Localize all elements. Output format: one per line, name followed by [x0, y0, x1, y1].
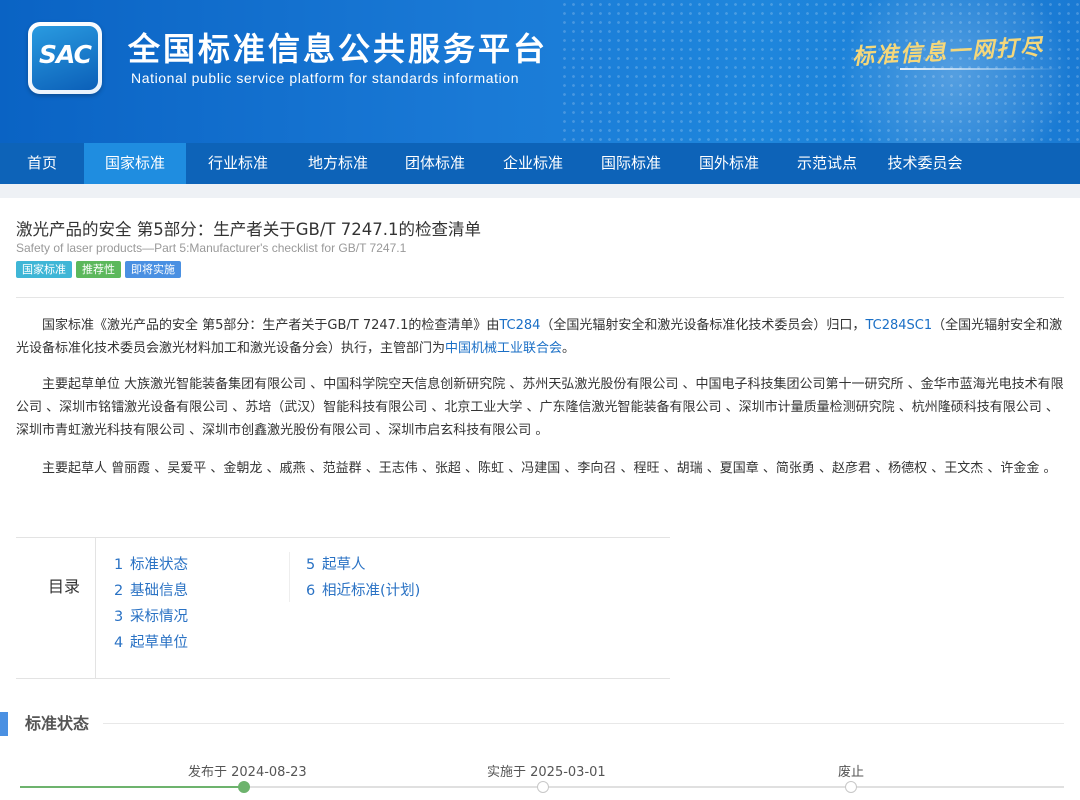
toc-heading: 目录	[48, 577, 81, 596]
intro-text-4: 。	[562, 341, 576, 356]
banner-globe-graphic	[840, 0, 1070, 143]
nav-item-industry-standards[interactable]: 行业标准	[186, 143, 290, 184]
timeline-dot-published	[238, 781, 250, 793]
nav-separator	[0, 184, 1080, 198]
standard-intro: 国家标准《激光产品的安全 第5部分：生产者关于GB/T 7247.1的检查清单》…	[16, 314, 1066, 360]
timeline-dot-effective	[537, 781, 549, 793]
tag-recommended: 推荐性	[76, 261, 121, 278]
toc-item-label: 起草单位	[130, 635, 188, 651]
standard-tags: 国家标准 推荐性 即将实施	[16, 261, 181, 278]
site-title: 全国标准信息公共服务平台	[128, 30, 549, 68]
intro-text-1: 国家标准《激光产品的安全 第5部分：生产者关于GB/T 7247.1的检查清单》…	[42, 318, 500, 333]
timeline-abolished-label: 废止	[838, 765, 865, 780]
nav-item-home[interactable]: 首页	[0, 143, 84, 184]
toc-item-drafting-units[interactable]: 4 起草单位	[114, 630, 188, 656]
nav-item-international-standards[interactable]: 国际标准	[582, 143, 680, 184]
section-accent-bar	[0, 712, 8, 736]
intro-text-2: （全国光辐射安全和激光设备标准化技术委员会）归口，	[540, 318, 866, 333]
tag-national-standard: 国家标准	[16, 261, 72, 278]
toc-item-label: 基础信息	[130, 583, 188, 599]
tag-upcoming: 即将实施	[125, 261, 181, 278]
toc-column-1: 1 标准状态 2 基础信息 3 采标情况 4 起草单位	[114, 552, 188, 656]
toc-column-divider	[289, 552, 290, 602]
toc-item-adoption[interactable]: 3 采标情况	[114, 604, 188, 630]
timeline-effective-label: 实施于 2025-03-01	[487, 765, 606, 780]
toc-item-basic-info[interactable]: 2 基础信息	[114, 578, 188, 604]
standard-title: 激光产品的安全 第5部分：生产者关于GB/T 7247.1的检查清单	[16, 220, 481, 239]
nav-item-demo-pilots[interactable]: 示范试点	[778, 143, 876, 184]
toc-item-standard-status[interactable]: 1 标准状态	[114, 552, 188, 578]
table-of-contents: 目录 1 标准状态 2 基础信息 3 采标情况 4 起草单位 5 起草人 6 相近标准(计划…	[16, 537, 670, 679]
standard-detail: 激光产品的安全 第5部分：生产者关于GB/T 7247.1的检查清单 Safet…	[0, 198, 1080, 800]
slogan-underline	[900, 68, 1060, 70]
standard-status-heading: 标准状态	[25, 714, 90, 733]
nav-item-foreign-standards[interactable]: 国外标准	[680, 143, 778, 184]
toc-column-2: 5 起草人 6 相近标准(计划)	[306, 552, 420, 604]
toc-item-drafters[interactable]: 5 起草人	[306, 552, 420, 578]
toc-item-label: 起草人	[322, 557, 366, 573]
competent-authority-link[interactable]: 中国机械工业联合会	[445, 341, 562, 356]
drafters: 主要起草人 曾丽霞 、吴爱平 、金朝龙 、戚燕 、范益群 、王志伟 、张超 、陈…	[42, 461, 1057, 476]
toc-item-label: 相近标准(计划)	[322, 583, 421, 599]
toc-item-label: 标准状态	[130, 557, 188, 573]
toc-item-label: 采标情况	[130, 609, 188, 625]
tc284sc1-link[interactable]: TC284SC1	[865, 318, 932, 333]
toc-item-number: 3	[114, 609, 124, 625]
nav-item-national-standards[interactable]: 国家标准	[84, 143, 186, 184]
timeline-progress	[20, 786, 244, 788]
toc-item-number: 2	[114, 583, 124, 599]
drafting-units: 主要起草单位 大族激光智能装备集团有限公司 、中国科学院空天信息创新研究院 、苏…	[16, 377, 1064, 438]
title-divider	[16, 297, 1064, 298]
site-subtitle: National public service platform for sta…	[131, 70, 520, 86]
sac-logo[interactable]: SAC	[28, 22, 102, 94]
toc-item-number: 4	[114, 635, 124, 651]
standard-title-english: Safety of laser products—Part 5:Manufact…	[16, 241, 407, 255]
nav-item-group-standards[interactable]: 团体标准	[386, 143, 484, 184]
main-nav: 首页 国家标准 行业标准 地方标准 团体标准 企业标准 国际标准 国外标准 示范…	[0, 143, 1080, 184]
toc-item-related-standards[interactable]: 6 相近标准(计划)	[306, 578, 420, 604]
timeline-dot-abolished	[845, 781, 857, 793]
nav-item-local-standards[interactable]: 地方标准	[290, 143, 386, 184]
toc-item-number: 5	[306, 557, 316, 573]
toc-heading-cell: 目录	[16, 538, 96, 678]
toc-item-number: 1	[114, 557, 124, 573]
sac-logo-text: SAC	[39, 40, 92, 69]
nav-item-tech-committees[interactable]: 技术委员会	[876, 143, 974, 184]
tc284-link[interactable]: TC284	[499, 318, 540, 333]
site-banner: SAC 全国标准信息公共服务平台 National public service…	[0, 0, 1080, 143]
toc-item-number: 6	[306, 583, 316, 599]
timeline-published-label: 发布于 2024-08-23	[188, 765, 307, 780]
section-rule	[103, 723, 1064, 724]
nav-item-enterprise-standards[interactable]: 企业标准	[484, 143, 582, 184]
